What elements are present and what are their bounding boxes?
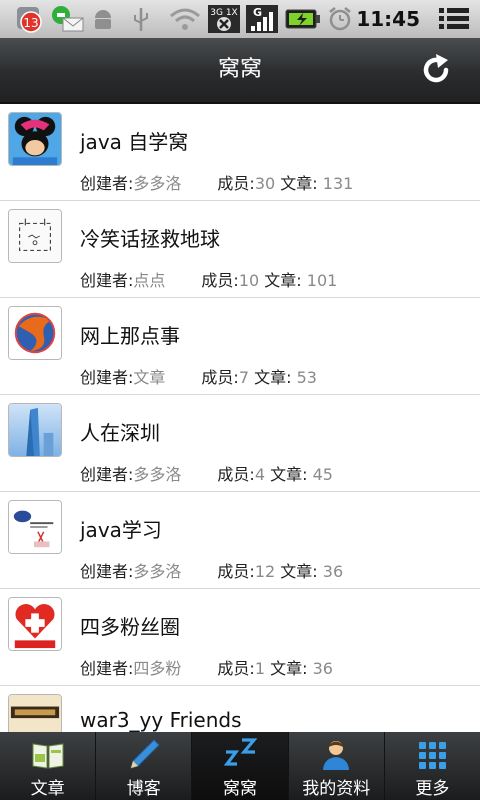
user-profile-icon	[323, 741, 350, 770]
tab-blog[interactable]: 博客	[96, 732, 193, 800]
mail-icon	[48, 4, 88, 34]
articles-label: 文章:	[270, 465, 308, 484]
list-item[interactable]: java学习 创建者:多多洛 成员:12 文章: 36	[0, 492, 480, 589]
svg-text:G: G	[253, 6, 262, 19]
sleep-zz-icon	[223, 738, 258, 766]
members-value: 4	[254, 465, 266, 484]
tab-label: 我的资料	[302, 779, 371, 799]
group-meta: 创建者:四多粉 成员:1 文章: 36	[80, 655, 333, 679]
creator-value: 点点	[133, 271, 166, 290]
creator-label: 创建者:	[80, 659, 134, 678]
list-item[interactable]: 四多粉丝圈 创建者:四多粉 成员:1 文章: 36	[0, 589, 480, 686]
members-label: 成员:	[217, 659, 255, 678]
alarm-clock-icon	[326, 4, 354, 34]
members-label: 成员:	[201, 368, 239, 387]
group-avatar	[8, 306, 62, 360]
refresh-button[interactable]	[418, 52, 454, 88]
group-meta: 创建者:多多洛 成员:12 文章: 36	[80, 558, 343, 582]
members-value: 12	[254, 562, 276, 581]
group-avatar	[8, 209, 62, 263]
creator-value: 多多洛	[133, 174, 182, 193]
articles-label: 文章:	[254, 368, 292, 387]
group-meta: 创建者:多多洛 成员:4 文章: 45	[80, 461, 333, 485]
status-bar: 13 3G 1X G 11:45	[0, 0, 480, 39]
group-name: 网上那点事	[80, 324, 180, 348]
group-name: java 自学窝	[80, 130, 189, 154]
members-label: 成员:	[217, 465, 255, 484]
articles-label: 文章:	[270, 659, 308, 678]
list-item[interactable]: java 自学窝 创建者:多多洛 成员:30 文章: 131	[0, 104, 480, 201]
tab-my-profile[interactable]: 我的资料	[289, 732, 385, 800]
group-name: 冷笑话拯救地球	[80, 227, 220, 251]
articles-value: 53	[296, 368, 317, 387]
svg-text:3G 1X: 3G 1X	[210, 8, 237, 18]
group-avatar	[8, 112, 62, 166]
members-label: 成员:	[217, 562, 255, 581]
group-name: 人在深圳	[80, 421, 160, 445]
creator-value: 多多洛	[133, 465, 182, 484]
tab-label: 博客	[126, 779, 161, 799]
group-avatar	[8, 500, 62, 554]
group-avatar	[8, 597, 62, 651]
articles-value: 131	[322, 174, 354, 193]
status-time: 11:45	[356, 7, 420, 31]
articles-value: 36	[322, 562, 344, 581]
articles-value: 36	[312, 659, 333, 678]
tab-label: 窝窝	[223, 779, 257, 799]
group-avatar	[8, 403, 62, 457]
group-name: 四多粉丝圈	[80, 615, 180, 639]
battery-charging-icon	[284, 4, 322, 34]
group-meta: 创建者:多多洛 成员:30 文章: 131	[80, 170, 353, 194]
group-meta: 创建者:点点 成员:10 文章: 101	[80, 267, 337, 291]
page-title: 窝窝	[217, 57, 262, 82]
articles-value: 101	[306, 271, 338, 290]
creator-label: 创建者:	[80, 271, 134, 290]
creator-label: 创建者:	[80, 465, 134, 484]
list-item[interactable]: 冷笑话拯救地球 创建者:点点 成员:10 文章: 101	[0, 201, 480, 298]
tab-groups[interactable]: 窝窝	[192, 732, 289, 800]
grid-more-icon	[419, 742, 447, 769]
members-value: 7	[238, 368, 250, 387]
members-label: 成员:	[201, 271, 239, 290]
notification-badge-icon: 13	[12, 4, 48, 34]
book-icon	[32, 743, 64, 769]
usb-icon	[130, 4, 152, 34]
creator-value: 多多洛	[133, 562, 182, 581]
notification-list-icon[interactable]	[436, 4, 472, 34]
network-3g-icon: 3G 1X	[206, 4, 242, 34]
svg-text:13: 13	[23, 16, 38, 30]
articles-label: 文章:	[264, 271, 302, 290]
refresh-icon	[423, 54, 449, 83]
signal-strength-icon: G	[244, 4, 280, 34]
android-debug-icon	[90, 4, 116, 34]
tab-more[interactable]: 更多	[385, 732, 480, 800]
creator-value: 文章	[133, 368, 166, 387]
list-item[interactable]: 网上那点事 创建者:文章 成员:7 文章: 53	[0, 298, 480, 395]
bottom-tab-bar: 文章 博客 窝窝 我的资料 更多	[0, 732, 480, 800]
tab-label: 更多	[415, 779, 450, 799]
creator-label: 创建者:	[80, 174, 134, 193]
members-value: 30	[254, 174, 276, 193]
members-value: 1	[254, 659, 266, 678]
group-meta: 创建者:文章 成员:7 文章: 53	[80, 364, 317, 388]
tab-articles[interactable]: 文章	[0, 732, 97, 800]
wifi-icon	[168, 4, 202, 34]
list-item[interactable]: war3_yy Friends	[0, 686, 480, 732]
title-bar: 窝窝	[0, 38, 480, 104]
pen-icon	[130, 739, 160, 769]
articles-label: 文章:	[280, 562, 318, 581]
creator-label: 创建者:	[80, 368, 134, 387]
group-avatar	[8, 694, 62, 732]
group-name: java学习	[80, 518, 162, 542]
articles-label: 文章:	[280, 174, 318, 193]
members-label: 成员:	[217, 174, 255, 193]
group-list[interactable]: java 自学窝 创建者:多多洛 成员:30 文章: 131 冷笑话拯救地球 创建…	[0, 104, 480, 732]
group-name: war3_yy Friends	[80, 708, 242, 732]
list-item[interactable]: 人在深圳 创建者:多多洛 成员:4 文章: 45	[0, 395, 480, 492]
articles-value: 45	[312, 465, 333, 484]
creator-label: 创建者:	[80, 562, 134, 581]
members-value: 10	[238, 271, 260, 290]
tab-label: 文章	[30, 779, 65, 799]
creator-value: 四多粉	[133, 659, 182, 678]
